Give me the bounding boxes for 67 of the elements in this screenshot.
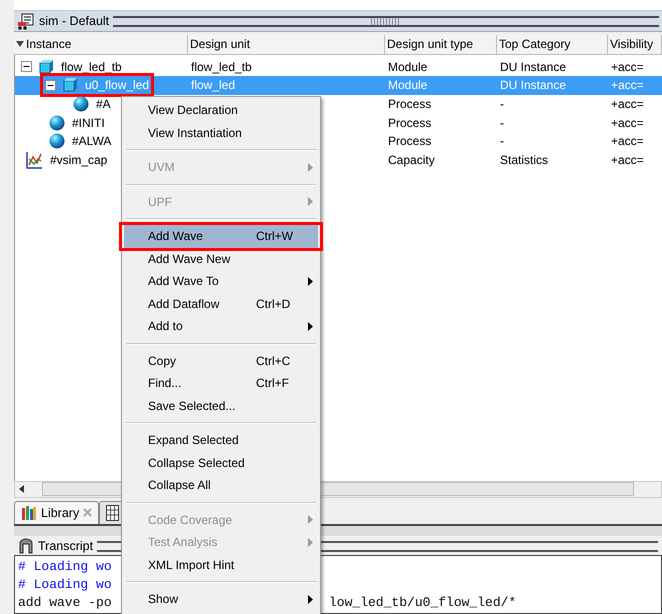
menu-item[interactable]: Add Dataflow Ctrl+D: [124, 292, 318, 315]
table-cell: +acc=: [611, 134, 644, 148]
panel-tab[interactable]: Library: [14, 500, 100, 524]
table-cell: +acc=: [611, 116, 644, 130]
table-cell: DU Instance: [500, 78, 566, 92]
instance-name[interactable]: #INITI: [72, 116, 105, 130]
column-header[interactable]: Design unit type: [385, 35, 497, 54]
table-cell: -: [500, 116, 504, 130]
table-cell: Module: [388, 78, 428, 92]
menu-item[interactable]: Show: [124, 588, 318, 610]
sort-icon: [16, 40, 24, 48]
table-cell: flow_led: [191, 78, 236, 92]
menu-item[interactable]: Find... Ctrl+F: [124, 372, 318, 394]
books-icon: [21, 504, 37, 521]
grid-icon: [106, 504, 120, 521]
menu-item[interactable]: Add Wave New: [124, 248, 318, 270]
sphere-icon: [73, 96, 89, 112]
cube-icon: [62, 77, 78, 94]
menu-item[interactable]: Add Wave To: [124, 270, 318, 292]
menu-item[interactable]: Collapse All: [124, 474, 318, 496]
arch-icon: [18, 538, 34, 554]
menu-item[interactable]: Add to: [124, 315, 318, 338]
cart-icon: [17, 12, 35, 30]
table-cell: +acc=: [611, 97, 644, 111]
scroll-left-icon[interactable]: [18, 485, 26, 494]
table-cell: -: [500, 97, 504, 111]
column-header[interactable]: Instance: [14, 35, 188, 54]
transcript-line: # Loading wo: [18, 576, 112, 592]
menu-item[interactable]: XML Import Hint: [124, 554, 318, 576]
cube-icon: [38, 58, 54, 75]
table-cell: Process: [388, 134, 432, 148]
instance-name[interactable]: flow_led_tb: [61, 60, 122, 74]
transcript-line: low_led_tb/u0_flow_led/*: [329, 594, 516, 612]
table-cell: Capacity: [388, 152, 435, 167]
instance-name[interactable]: #vsim_cap: [50, 152, 108, 167]
instance-name[interactable]: #A: [96, 97, 111, 111]
chart-icon: [25, 150, 43, 169]
column-header[interactable]: Visibility: [608, 35, 662, 54]
menu-item[interactable]: Expand Selected: [124, 429, 318, 452]
column-header[interactable]: Design unit: [188, 35, 385, 54]
transcript-line: # Loading wo: [18, 558, 112, 574]
collapse-icon[interactable]: [45, 80, 56, 91]
grip-handle[interactable]: [371, 18, 402, 25]
table-cell: DU Instance: [500, 60, 566, 74]
table-cell: Statistics: [500, 152, 548, 167]
sphere-icon: [49, 114, 65, 131]
table-cell: +acc=: [611, 152, 644, 167]
table-cell: Module: [388, 60, 428, 74]
panel-title: Transcript: [38, 539, 94, 554]
menu-item[interactable]: Save Selected...: [124, 394, 318, 417]
menu-item[interactable]: Add Wave Ctrl+W: [124, 225, 318, 248]
menu-item[interactable]: View Declaration: [124, 99, 318, 122]
table-cell: -: [500, 134, 504, 148]
collapse-icon[interactable]: [21, 61, 32, 72]
table-cell: Process: [388, 97, 432, 111]
table-cell: +acc=: [611, 60, 644, 74]
menu-item[interactable]: Copy Ctrl+C: [124, 350, 318, 372]
table-cell: +acc=: [611, 78, 644, 92]
transcript-line: add wave -po: [18, 594, 112, 610]
panel-title: sim - Default: [39, 14, 110, 28]
column-header[interactable]: Top Category: [497, 35, 608, 54]
table-cell: flow_led_tb: [191, 60, 252, 74]
instance-name[interactable]: #ALWA: [72, 134, 112, 148]
sphere-icon: [49, 133, 65, 150]
menu-item[interactable]: Collapse Selected: [124, 452, 318, 474]
menu-item[interactable]: View Instantiation: [124, 122, 318, 144]
table-cell: Process: [388, 116, 432, 130]
